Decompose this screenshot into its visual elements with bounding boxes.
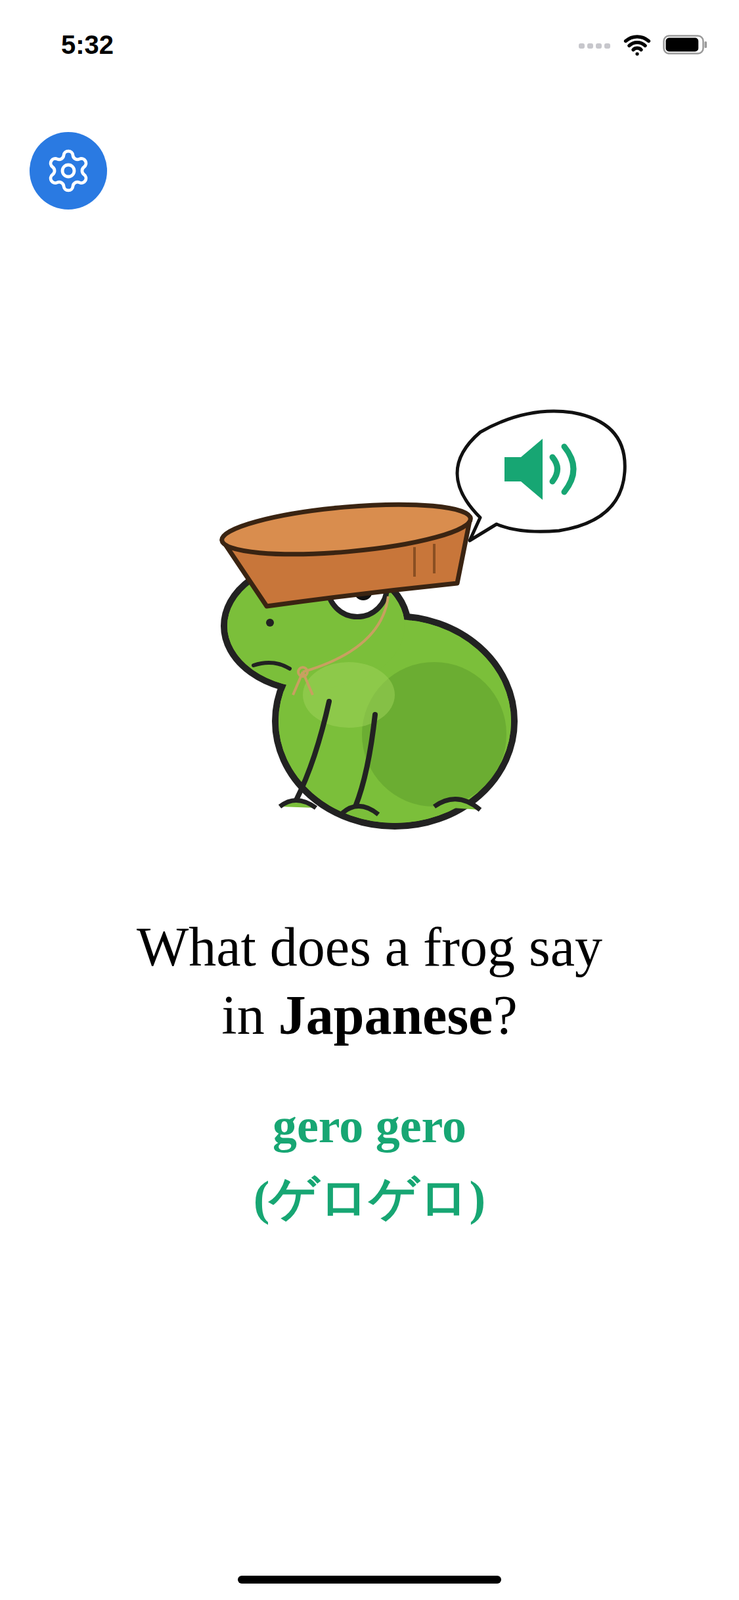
answer-romaji: gero gero — [0, 1089, 739, 1163]
battery-icon — [662, 34, 708, 55]
status-bar: 5:32 — [0, 0, 739, 87]
frog-illustration — [217, 405, 638, 863]
speaker-icon — [504, 438, 574, 500]
answer-kana: (ゲロゲロ) — [0, 1162, 739, 1235]
status-time: 5:32 — [61, 24, 114, 65]
app-screen: 5:32 What does a frog sayin Japanese? gero… — [0, 0, 739, 1600]
frog-icon — [220, 496, 515, 827]
status-icons — [578, 30, 708, 59]
settings-button[interactable] — [29, 132, 108, 210]
question-line: What does a frog say — [0, 913, 739, 982]
gear-icon — [44, 147, 92, 195]
answer: gero gero(ゲロゲロ) — [0, 1089, 739, 1235]
home-indicator[interactable] — [237, 1575, 502, 1584]
sound-button[interactable] — [457, 411, 625, 541]
signal-icon — [578, 38, 612, 52]
question-line: in Japanese? — [0, 981, 739, 1050]
question: What does a frog sayin Japanese? — [0, 913, 739, 1050]
wifi-icon — [623, 30, 651, 59]
